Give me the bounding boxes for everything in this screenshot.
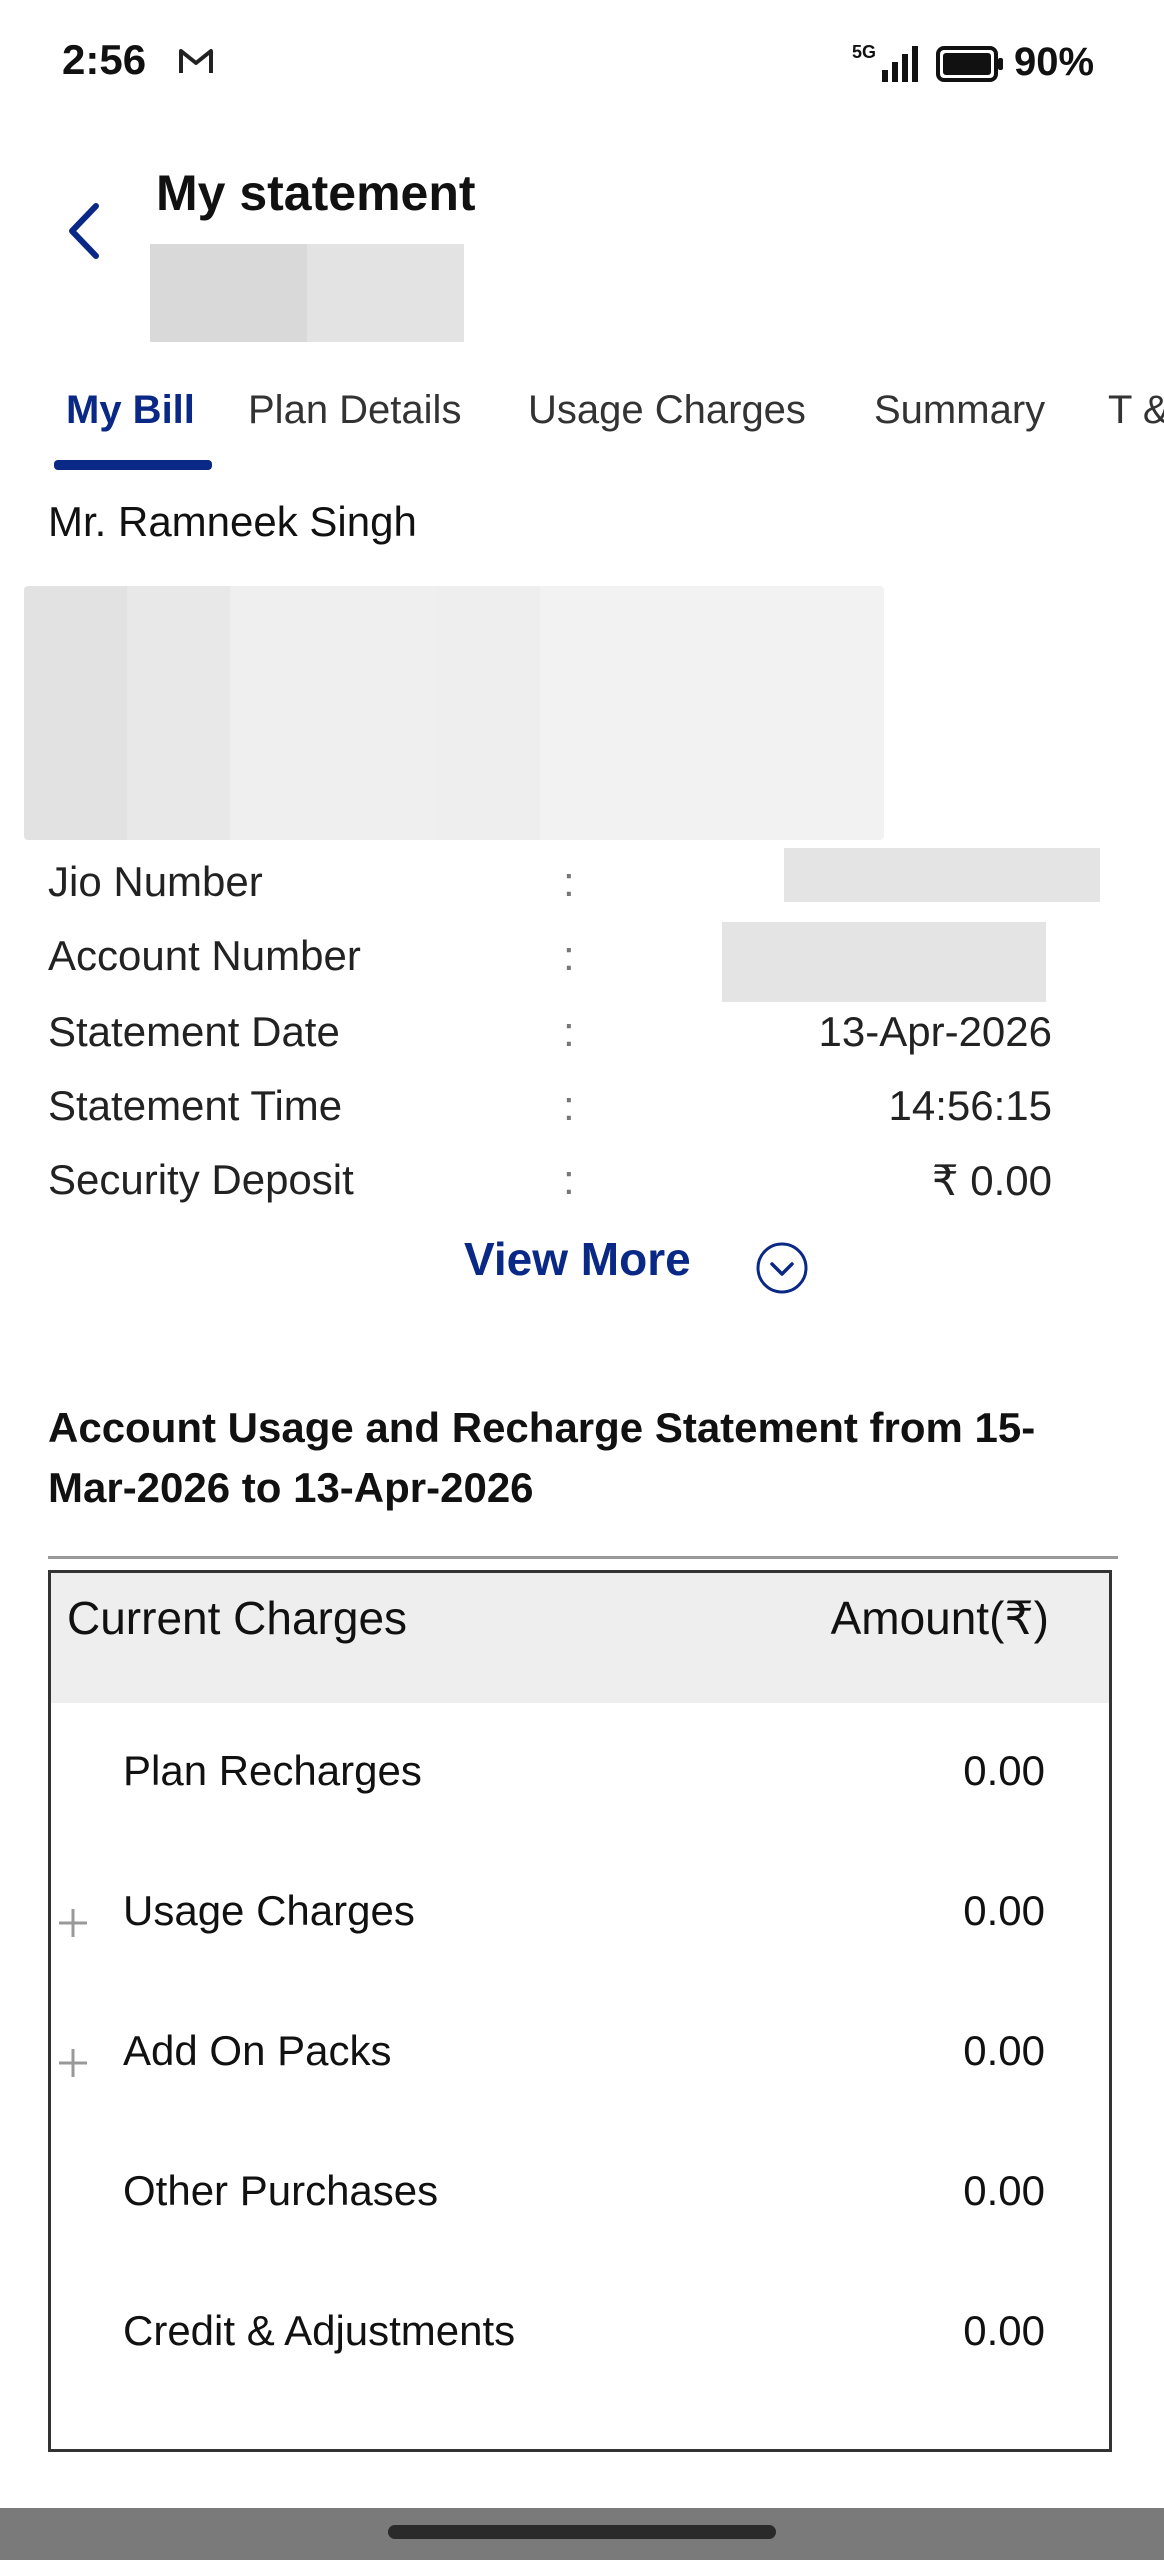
signal-icon bbox=[882, 46, 918, 82]
info-colon: : bbox=[563, 932, 575, 979]
info-row-security-deposit: Security Deposit : ₹ 0.00 bbox=[48, 1156, 1052, 1216]
table-row-usage-charges[interactable]: Usage Charges 0.00 bbox=[51, 1867, 1109, 1967]
battery-percentage: 90% bbox=[1014, 40, 1095, 84]
table-row-plan-recharges: Plan Recharges 0.00 bbox=[51, 1727, 1109, 1827]
row-amount: 0.00 bbox=[963, 2167, 1045, 2214]
tab-usage-charges[interactable]: Usage Charges bbox=[528, 388, 806, 433]
row-amount: 0.00 bbox=[963, 2027, 1045, 2074]
customer-name: Mr. Ramneek Singh bbox=[48, 498, 417, 545]
tab-bar: My Bill Plan Details Usage Charges Summa… bbox=[0, 380, 1164, 470]
network-type-label: 5G bbox=[852, 42, 877, 62]
expand-plus-icon[interactable] bbox=[57, 1907, 89, 1939]
tab-terms[interactable]: T & bbox=[1108, 388, 1164, 433]
info-colon: : bbox=[563, 858, 575, 905]
table-row-add-on-packs[interactable]: Add On Packs 0.00 bbox=[51, 2007, 1109, 2107]
info-label: Account Number bbox=[48, 932, 361, 979]
redacted-account-number bbox=[722, 922, 1046, 1002]
gmail-icon bbox=[179, 49, 213, 73]
view-more-link[interactable]: View More bbox=[464, 1232, 691, 1286]
redacted-address bbox=[24, 586, 884, 840]
back-arrow-icon[interactable] bbox=[56, 196, 116, 266]
section-divider bbox=[48, 1556, 1118, 1559]
info-row-account-number: Account Number : bbox=[48, 922, 1048, 1002]
row-amount: 0.00 bbox=[963, 2307, 1045, 2354]
row-label: Usage Charges bbox=[123, 1887, 415, 1934]
table-row-credit-adjustments: Credit & Adjustments 0.00 bbox=[51, 2287, 1109, 2387]
redacted-jio-number bbox=[784, 848, 1100, 902]
row-amount: 0.00 bbox=[963, 1887, 1045, 1934]
security-deposit-value: ₹ 0.00 bbox=[931, 1157, 1052, 1204]
tab-plan-details[interactable]: Plan Details bbox=[248, 388, 461, 433]
chevron-down-icon[interactable] bbox=[754, 1240, 810, 1296]
page-title: My statement bbox=[156, 165, 476, 221]
tab-my-bill[interactable]: My Bill bbox=[66, 388, 195, 433]
table-header: Current Charges Amount(₹) bbox=[51, 1573, 1109, 1703]
info-colon: : bbox=[563, 1008, 575, 1055]
battery-icon bbox=[936, 46, 1003, 82]
table-row-other-purchases: Other Purchases 0.00 bbox=[51, 2147, 1109, 2247]
statement-date-value: 13-Apr-2026 bbox=[818, 1008, 1052, 1055]
redacted-subtitle bbox=[150, 244, 464, 342]
row-label: Plan Recharges bbox=[123, 1747, 422, 1794]
row-label: Credit & Adjustments bbox=[123, 2307, 516, 2354]
charges-table: Current Charges Amount(₹) Plan Recharges… bbox=[48, 1570, 1112, 2452]
info-colon: : bbox=[563, 1082, 575, 1129]
active-tab-indicator bbox=[54, 460, 212, 470]
row-amount: 0.00 bbox=[963, 1747, 1045, 1794]
info-label: Statement Time bbox=[48, 1082, 343, 1129]
info-row-jio-number: Jio Number : bbox=[48, 848, 1100, 918]
header-amount: Amount(₹) bbox=[830, 1592, 1049, 1644]
home-gesture-handle[interactable] bbox=[388, 2525, 776, 2539]
row-label: Other Purchases bbox=[123, 2167, 439, 2214]
tab-summary[interactable]: Summary bbox=[874, 388, 1045, 433]
info-label: Jio Number bbox=[48, 858, 263, 905]
statement-heading: Account Usage and Recharge Statement fro… bbox=[48, 1404, 1036, 1511]
header-current-charges: Current Charges bbox=[67, 1592, 408, 1644]
info-label: Security Deposit bbox=[48, 1156, 354, 1203]
info-row-statement-time: Statement Time : 14:56:15 bbox=[48, 1082, 1052, 1142]
status-time: 2:56 bbox=[62, 36, 147, 83]
info-label: Statement Date bbox=[48, 1008, 340, 1055]
info-colon: : bbox=[563, 1156, 575, 1203]
row-label: Add On Packs bbox=[123, 2027, 392, 2074]
info-row-statement-date: Statement Date : 13-Apr-2026 bbox=[48, 1008, 1052, 1068]
statement-time-value: 14:56:15 bbox=[888, 1082, 1053, 1129]
expand-plus-icon[interactable] bbox=[57, 2047, 89, 2079]
